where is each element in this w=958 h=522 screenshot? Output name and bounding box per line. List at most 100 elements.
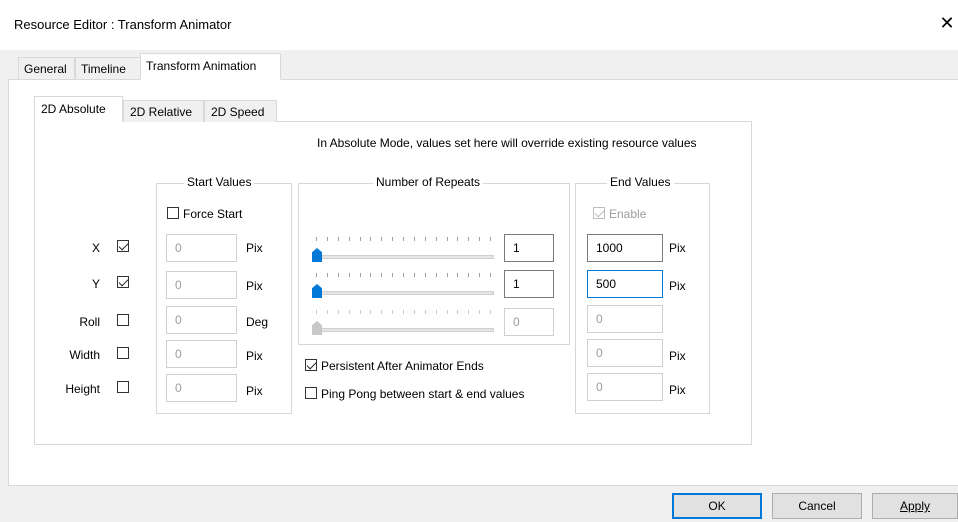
x-checkbox[interactable] bbox=[117, 240, 129, 252]
persistent-checkbox[interactable] bbox=[305, 359, 317, 371]
start-roll-unit: Deg bbox=[246, 315, 269, 329]
slider-tick bbox=[403, 310, 404, 314]
subtab-2d-relative[interactable]: 2D Relative bbox=[123, 100, 204, 122]
repeat-y-input[interactable]: 1 bbox=[504, 270, 554, 298]
slider-tick bbox=[490, 237, 491, 241]
start-width-unit: Pix bbox=[246, 349, 263, 363]
repeat-x-input[interactable]: 1 bbox=[504, 234, 554, 262]
repeats-title: Number of Repeats bbox=[373, 175, 484, 189]
slider-tick bbox=[348, 310, 350, 314]
slider-tick bbox=[370, 310, 372, 314]
slider-tick bbox=[479, 237, 481, 241]
slider-tick bbox=[370, 273, 372, 277]
start-y-input[interactable]: 0 bbox=[166, 271, 237, 299]
slider-tick bbox=[435, 310, 437, 314]
tab-transform-animation[interactable]: Transform Animation bbox=[140, 53, 281, 80]
window-title: Resource Editor : Transform Animator bbox=[14, 17, 232, 32]
repeat-roll-input[interactable]: 0 bbox=[504, 308, 554, 336]
row-label-y: Y bbox=[91, 277, 100, 291]
slider-tick bbox=[479, 273, 481, 277]
slider-tick bbox=[348, 237, 350, 241]
slider-tick bbox=[413, 273, 415, 277]
start-width-input[interactable]: 0 bbox=[166, 340, 237, 368]
slider-tick bbox=[337, 310, 339, 314]
slider-tick bbox=[381, 237, 383, 241]
slider-tick bbox=[457, 273, 459, 277]
cancel-button[interactable]: Cancel bbox=[772, 493, 862, 519]
slider-tick bbox=[392, 273, 394, 277]
repeat-roll-slider-track[interactable] bbox=[312, 328, 494, 332]
subtab-2d-speed[interactable]: 2D Speed bbox=[204, 100, 277, 122]
slider-tick bbox=[479, 310, 481, 314]
slider-tick bbox=[337, 237, 339, 241]
slider-tick bbox=[326, 237, 328, 241]
repeat-y-slider-track[interactable] bbox=[312, 291, 494, 295]
end-y-input[interactable]: 500 bbox=[587, 270, 663, 298]
start-x-input[interactable]: 0 bbox=[166, 234, 237, 262]
start-values-title: Start Values bbox=[184, 175, 255, 189]
force-start-label: Force Start bbox=[183, 207, 243, 221]
roll-checkbox[interactable] bbox=[117, 314, 129, 326]
y-checkbox[interactable] bbox=[117, 276, 129, 288]
absolute-mode-info: In Absolute Mode, values set here will o… bbox=[317, 136, 697, 150]
slider-tick bbox=[468, 273, 470, 277]
slider-tick bbox=[424, 237, 426, 241]
slider-tick bbox=[424, 310, 426, 314]
start-x-unit: Pix bbox=[246, 241, 263, 255]
end-width-unit: Pix bbox=[669, 349, 686, 363]
width-checkbox[interactable] bbox=[117, 347, 129, 359]
ok-button[interactable]: OK bbox=[672, 493, 762, 519]
slider-tick bbox=[316, 310, 317, 314]
slider-tick bbox=[446, 310, 448, 314]
enable-label: Enable bbox=[609, 207, 647, 221]
slider-tick bbox=[435, 273, 437, 277]
apply-button[interactable]: Apply bbox=[872, 493, 958, 519]
slider-tick bbox=[370, 237, 372, 241]
slider-tick bbox=[435, 237, 437, 241]
slider-tick bbox=[413, 310, 415, 314]
row-label-height: Height bbox=[65, 382, 100, 396]
slider-tick bbox=[403, 273, 404, 277]
row-label-width: Width bbox=[69, 348, 100, 362]
end-y-unit: Pix bbox=[669, 279, 686, 293]
slider-tick bbox=[413, 237, 415, 241]
slider-tick bbox=[424, 273, 426, 277]
height-checkbox[interactable] bbox=[117, 381, 129, 393]
slider-tick bbox=[326, 310, 328, 314]
slider-tick bbox=[348, 273, 350, 277]
persistent-label: Persistent After Animator Ends bbox=[321, 359, 484, 373]
slider-tick bbox=[392, 310, 394, 314]
force-start-checkbox[interactable] bbox=[167, 207, 179, 219]
slider-tick bbox=[457, 237, 459, 241]
start-height-input[interactable]: 0 bbox=[166, 374, 237, 402]
slider-tick bbox=[326, 273, 328, 277]
subtab-2d-absolute[interactable]: 2D Absolute bbox=[34, 96, 123, 122]
end-x-unit: Pix bbox=[669, 241, 686, 255]
repeat-x-slider-track[interactable] bbox=[312, 255, 494, 259]
end-height-unit: Pix bbox=[669, 383, 686, 397]
pingpong-checkbox[interactable] bbox=[305, 387, 317, 399]
slider-tick bbox=[457, 310, 459, 314]
slider-tick bbox=[392, 237, 394, 241]
slider-tick bbox=[446, 273, 448, 277]
end-roll-input[interactable]: 0 bbox=[587, 305, 663, 333]
slider-tick bbox=[359, 237, 361, 241]
end-width-input[interactable]: 0 bbox=[587, 339, 663, 367]
slider-tick bbox=[359, 310, 361, 314]
pingpong-label: Ping Pong between start & end values bbox=[321, 387, 525, 401]
close-icon[interactable]: ✕ bbox=[936, 12, 958, 34]
end-height-input[interactable]: 0 bbox=[587, 373, 663, 401]
start-height-unit: Pix bbox=[246, 384, 263, 398]
tab-timeline[interactable]: Timeline bbox=[75, 57, 141, 79]
row-label-x: X bbox=[91, 241, 100, 255]
slider-tick bbox=[381, 310, 383, 314]
slider-tick bbox=[316, 237, 317, 241]
enable-checkbox[interactable] bbox=[593, 207, 605, 219]
slider-tick bbox=[468, 237, 470, 241]
tab-general[interactable]: General bbox=[18, 57, 75, 79]
end-x-input[interactable]: 1000 bbox=[587, 234, 663, 262]
slider-tick bbox=[316, 273, 317, 277]
start-roll-input[interactable]: 0 bbox=[166, 306, 237, 334]
slider-tick bbox=[446, 237, 448, 241]
slider-tick bbox=[359, 273, 361, 277]
